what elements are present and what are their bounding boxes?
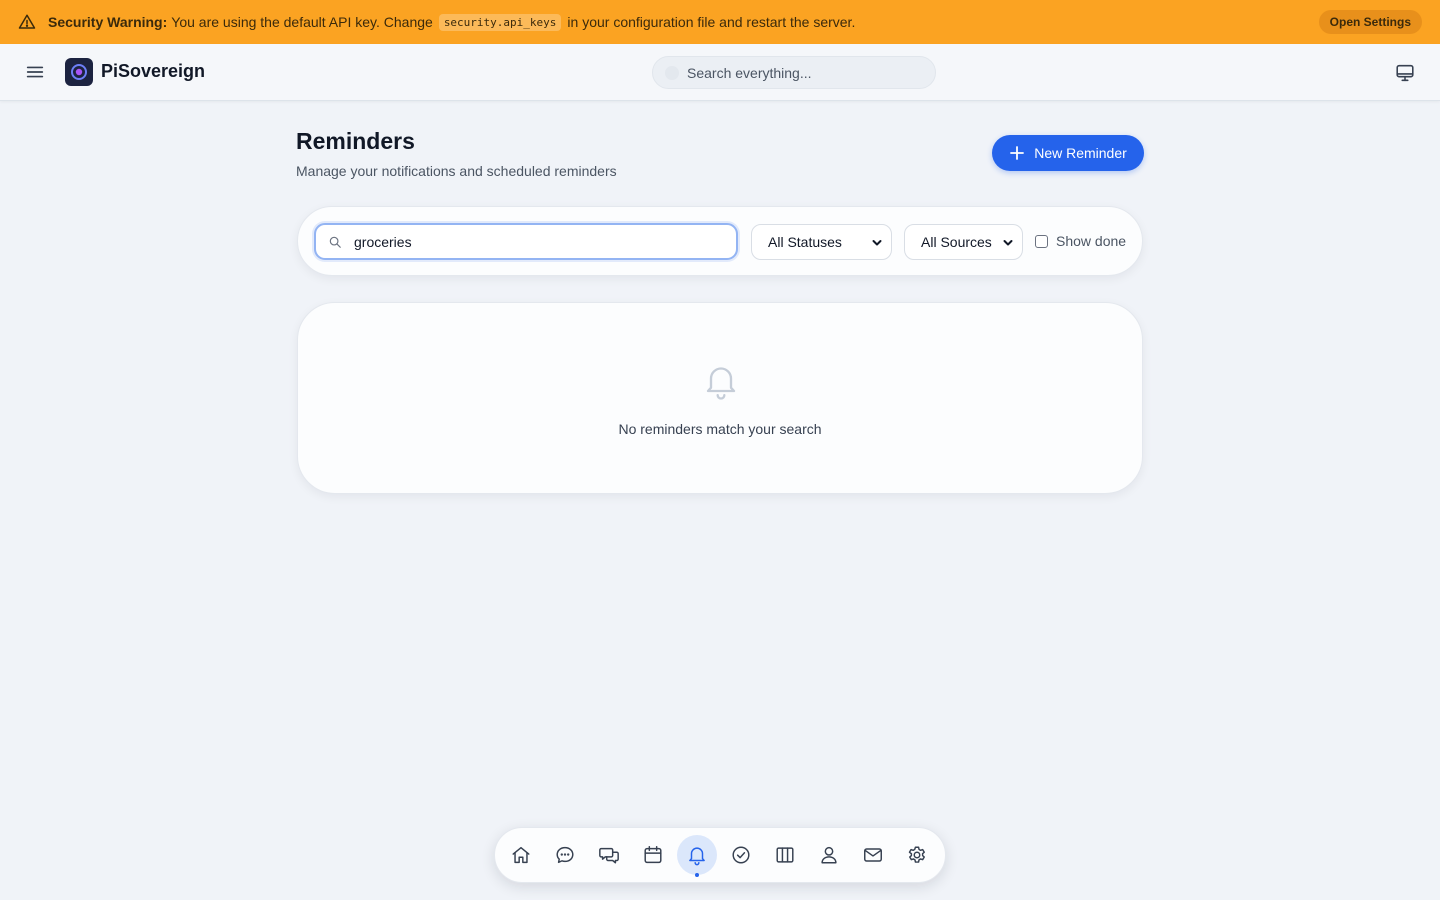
source-filter-value: All Sources — [921, 234, 992, 250]
new-reminder-label: New Reminder — [1034, 145, 1127, 161]
dock-contacts[interactable] — [809, 835, 849, 875]
dock-reminders[interactable] — [677, 835, 717, 877]
status-filter-select[interactable]: All Statuses — [751, 224, 892, 260]
banner-config-key: security.api_keys — [438, 13, 562, 31]
dock-chat[interactable] — [545, 835, 585, 875]
home-icon — [512, 846, 530, 864]
status-filter-value: All Statuses — [768, 234, 842, 250]
security-warning-banner: Security Warning: You are using the defa… — [0, 0, 1440, 44]
show-done-label: Show done — [1056, 233, 1127, 249]
warning-triangle-icon — [18, 14, 36, 29]
page-title: Reminders — [296, 128, 415, 154]
bell-icon — [689, 847, 705, 866]
empty-state-card: No reminders match your search — [297, 302, 1143, 494]
hamburger-icon — [26, 66, 44, 78]
chat-icon — [556, 846, 574, 864]
display-toggle-button[interactable] — [1394, 62, 1416, 84]
conversations-icon — [599, 847, 619, 864]
dock-tasks[interactable] — [721, 835, 761, 875]
banner-text-after: in your configuration file and restart t… — [567, 14, 856, 30]
app-logo[interactable] — [65, 58, 93, 86]
page-subtitle: Manage your notifications and scheduled … — [296, 163, 617, 179]
banner-text-before: You are using the default API key. Chang… — [171, 14, 433, 30]
app-brand-name[interactable]: PiSovereign — [101, 61, 205, 82]
chevron-down-icon — [1003, 240, 1013, 246]
logo-icon — [71, 64, 87, 80]
bottom-dock — [494, 827, 946, 883]
app-header: PiSovereign — [0, 44, 1440, 101]
filter-bar: All Statuses All Sources Show done — [297, 206, 1143, 276]
monitor-icon — [1396, 64, 1414, 82]
dock-settings[interactable] — [897, 835, 937, 875]
reminder-search-input[interactable] — [354, 233, 724, 250]
search-icon — [665, 65, 679, 80]
calendar-icon — [644, 846, 662, 864]
source-filter-select[interactable]: All Sources — [904, 224, 1023, 260]
menu-button[interactable] — [24, 61, 46, 83]
user-icon — [821, 846, 837, 864]
mail-icon — [864, 848, 882, 862]
show-done-checkbox[interactable] — [1035, 234, 1048, 248]
show-done-toggle[interactable]: Show done — [1035, 233, 1126, 249]
chevron-down-icon — [872, 240, 882, 246]
banner-title: Security Warning: — [48, 14, 168, 30]
new-reminder-button[interactable]: New Reminder — [992, 135, 1144, 171]
dock-mail[interactable] — [853, 835, 893, 875]
plus-icon — [1010, 146, 1025, 160]
dock-conversations[interactable] — [589, 835, 629, 875]
dock-calendar[interactable] — [633, 835, 673, 875]
columns-icon — [776, 847, 794, 863]
search-icon — [329, 236, 341, 248]
bell-icon — [706, 367, 736, 400]
open-settings-button[interactable]: Open Settings — [1318, 10, 1422, 34]
check-circle-icon — [732, 846, 750, 864]
gear-icon — [908, 846, 925, 863]
global-search[interactable] — [652, 56, 936, 89]
dock-board[interactable] — [765, 835, 805, 875]
empty-state-message: No reminders match your search — [618, 421, 822, 437]
dock-home[interactable] — [501, 835, 541, 875]
reminder-search[interactable] — [314, 223, 738, 260]
global-search-input[interactable] — [687, 64, 917, 81]
